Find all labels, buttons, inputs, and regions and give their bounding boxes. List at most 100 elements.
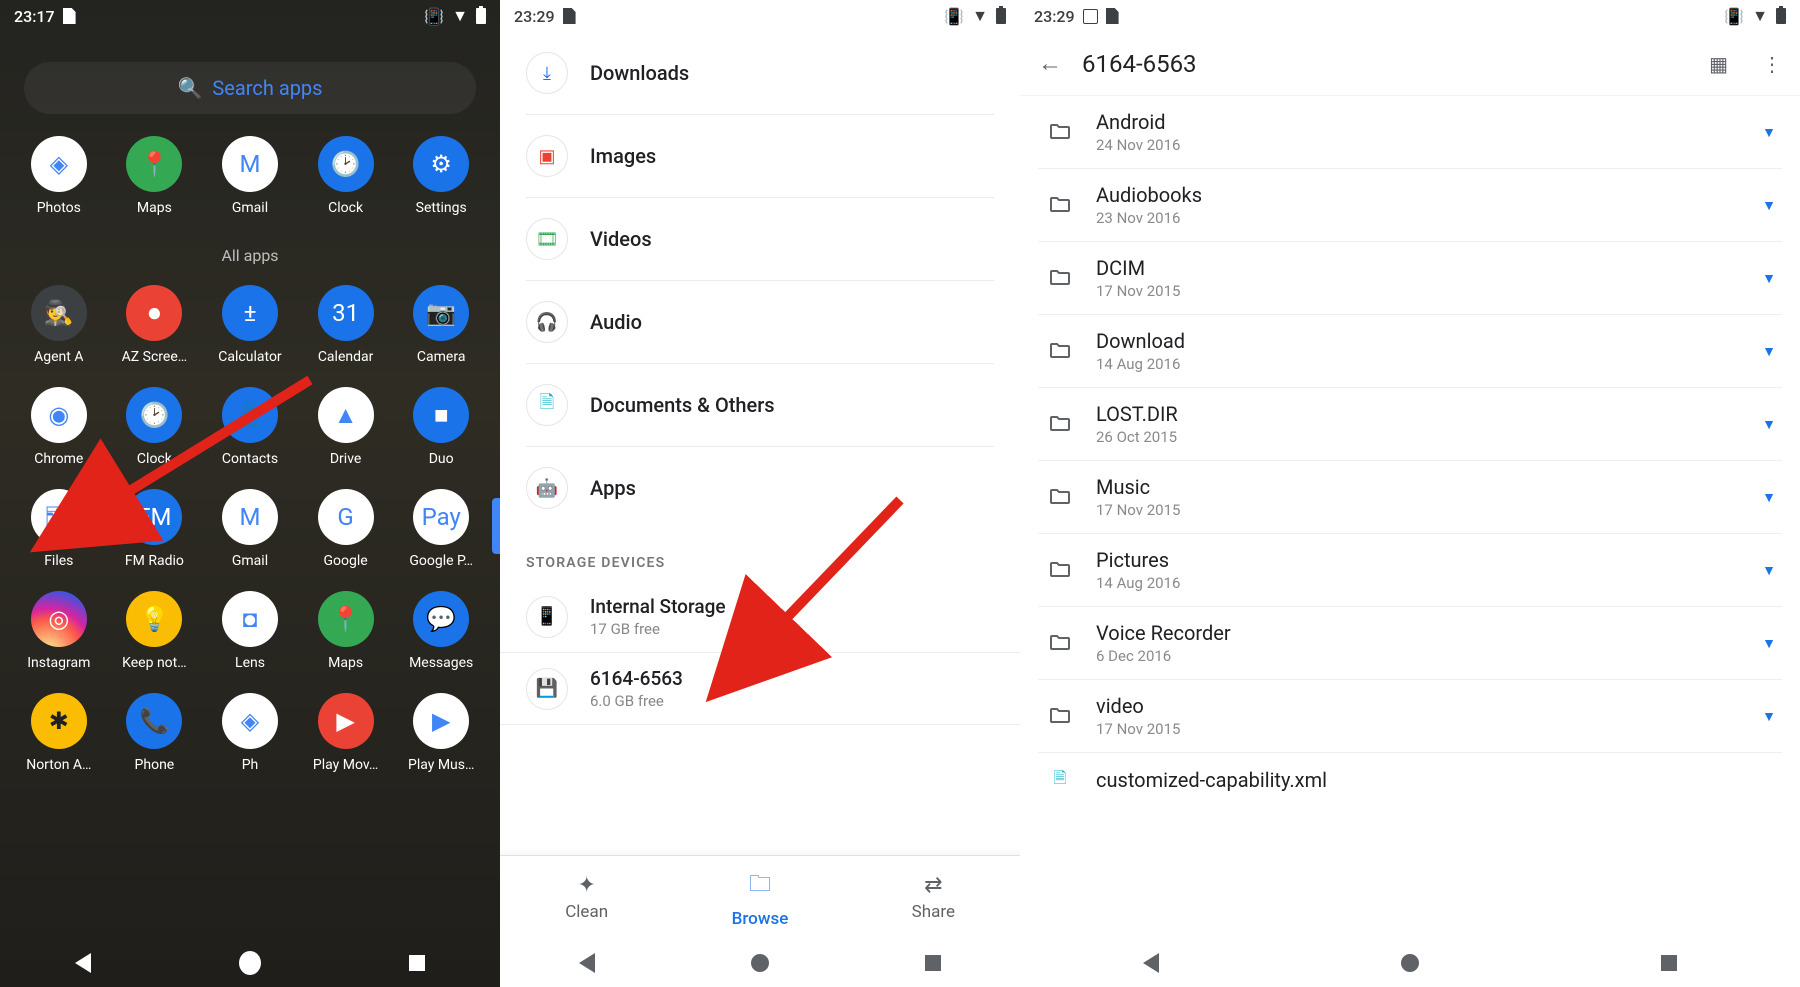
nav-back-button[interactable] <box>72 952 94 974</box>
app-duo[interactable]: ■Duo <box>396 387 486 467</box>
app-icon: 💡 <box>126 591 182 647</box>
tab-clean[interactable]: ✦Clean <box>500 856 673 939</box>
folder-menu-button[interactable]: ▼ <box>1762 489 1776 506</box>
app-label: Maps <box>328 655 363 671</box>
app-gmail[interactable]: MGmail <box>205 136 295 216</box>
app-files[interactable]: 🗂Files <box>14 489 104 569</box>
app-google[interactable]: GGoogle <box>301 489 391 569</box>
app-calendar[interactable]: 31Calendar <box>301 285 391 365</box>
tab-browse[interactable]: 🗀Browse <box>673 856 846 939</box>
all-apps-label: All apps <box>0 246 500 265</box>
view-grid-button[interactable]: ▦ <box>1709 52 1728 76</box>
tab-share[interactable]: ⇄Share <box>847 856 1020 939</box>
folder-date: 6 Dec 2016 <box>1096 647 1742 665</box>
app-lens[interactable]: ◘Lens <box>205 591 295 671</box>
app-camera[interactable]: 📷Camera <box>396 285 486 365</box>
app-play-mov-[interactable]: ▶Play Mov… <box>301 693 391 773</box>
app-icon: ◎ <box>31 591 87 647</box>
category-images[interactable]: ▣Images <box>526 115 994 198</box>
category-apps[interactable]: 🤖Apps <box>526 447 994 529</box>
folder-pictures[interactable]: Pictures14 Aug 2016▼ <box>1038 534 1782 607</box>
app-calculator[interactable]: ±Calculator <box>205 285 295 365</box>
folder-menu-button[interactable]: ▼ <box>1762 416 1776 433</box>
app-label: Files <box>44 553 73 569</box>
folder-menu-button[interactable]: ▼ <box>1762 343 1776 360</box>
app-drive[interactable]: ▲Drive <box>301 387 391 467</box>
nav-bar <box>500 939 1020 987</box>
search-icon: 🔍 <box>178 76 203 100</box>
folder-icon <box>1044 703 1076 729</box>
app-instagram[interactable]: ◎Instagram <box>14 591 104 671</box>
folder-icon <box>1044 265 1076 291</box>
category-videos[interactable]: 🎞Videos <box>526 198 994 281</box>
app-clock[interactable]: 🕑Clock <box>110 387 200 467</box>
folder-video[interactable]: video17 Nov 2015▼ <box>1038 680 1782 753</box>
app-fm-radio[interactable]: FMFM Radio <box>110 489 200 569</box>
folder-audiobooks[interactable]: Audiobooks23 Nov 2016▼ <box>1038 169 1782 242</box>
app-settings[interactable]: ⚙Settings <box>396 136 486 216</box>
scroll-handle[interactable] <box>492 498 500 554</box>
app-maps[interactable]: 📍Maps <box>301 591 391 671</box>
folder-dcim[interactable]: DCIM17 Nov 2015▼ <box>1038 242 1782 315</box>
folder-voice-recorder[interactable]: Voice Recorder6 Dec 2016▼ <box>1038 607 1782 680</box>
folder-title: 6164-6563 <box>1082 50 1675 78</box>
app-label: Maps <box>137 200 172 216</box>
app-keep-not-[interactable]: 💡Keep not… <box>110 591 200 671</box>
app-gmail[interactable]: MGmail <box>205 489 295 569</box>
folder-date: 23 Nov 2016 <box>1096 209 1742 227</box>
back-button[interactable]: ← <box>1038 49 1062 78</box>
app-maps[interactable]: 📍Maps <box>110 136 200 216</box>
app-play-mus-[interactable]: ▶Play Mus… <box>396 693 486 773</box>
category-icon: ▣ <box>526 135 568 177</box>
search-apps-bar[interactable]: 🔍 Search apps <box>24 62 476 114</box>
app-messages[interactable]: 💬Messages <box>396 591 486 671</box>
folder-listing-screen: 23:29 📳 ▼ ← 6164-6563 ▦ ⋮ Android24 Nov … <box>1020 0 1800 987</box>
category-audio[interactable]: 🎧Audio <box>526 281 994 364</box>
app-icon: ⏺ <box>126 285 182 341</box>
folder-icon <box>1044 192 1076 218</box>
more-menu-button[interactable]: ⋮ <box>1762 52 1782 76</box>
app-phone[interactable]: 📞Phone <box>110 693 200 773</box>
category-label: Downloads <box>590 61 689 85</box>
nav-home-button[interactable] <box>239 952 261 974</box>
folder-menu-button[interactable]: ▼ <box>1762 708 1776 725</box>
folder-android[interactable]: Android24 Nov 2016▼ <box>1038 96 1782 169</box>
app-contacts[interactable]: 👤Contacts <box>205 387 295 467</box>
nav-home-button[interactable] <box>1401 954 1419 972</box>
storage-devices-header: STORAGE DEVICES <box>500 529 1020 581</box>
app-az-scree-[interactable]: ⏺AZ Scree… <box>110 285 200 365</box>
app-ph[interactable]: ◈Ph <box>205 693 295 773</box>
app-label: Gmail <box>232 553 268 569</box>
nav-recent-button[interactable] <box>406 952 428 974</box>
folder-menu-button[interactable]: ▼ <box>1762 124 1776 141</box>
nav-recent-button[interactable] <box>922 952 944 974</box>
folder-menu-button[interactable]: ▼ <box>1762 562 1776 579</box>
app-label: Clock <box>137 451 172 467</box>
nav-home-button[interactable] <box>751 954 769 972</box>
app-photos[interactable]: ◈Photos <box>14 136 104 216</box>
file-partial[interactable]: 🗎customized-capability.xml <box>1038 753 1782 807</box>
app-chrome[interactable]: ◉Chrome <box>14 387 104 467</box>
nav-recent-button[interactable] <box>1658 952 1680 974</box>
app-agent-a[interactable]: 🕵Agent A <box>14 285 104 365</box>
category-icon: 🎧 <box>526 301 568 343</box>
app-google-p-[interactable]: PayGoogle P… <box>396 489 486 569</box>
app-label: Clock <box>328 200 363 216</box>
app-clock[interactable]: 🕑Clock <box>301 136 391 216</box>
folder-lost-dir[interactable]: LOST.DIR26 Oct 2015▼ <box>1038 388 1782 461</box>
folder-menu-button[interactable]: ▼ <box>1762 635 1776 652</box>
folder-menu-button[interactable]: ▼ <box>1762 197 1776 214</box>
nav-back-button[interactable] <box>1140 952 1162 974</box>
folder-menu-button[interactable]: ▼ <box>1762 270 1776 287</box>
storage-6164-6563[interactable]: 💾6164-65636.0 GB free <box>500 653 1020 725</box>
app-label: Camera <box>417 349 466 365</box>
folder-download[interactable]: Download14 Aug 2016▼ <box>1038 315 1782 388</box>
category-downloads[interactable]: ⤓Downloads <box>526 32 994 115</box>
app-norton-a-[interactable]: ✱Norton A… <box>14 693 104 773</box>
storage-icon: 💾 <box>526 668 568 710</box>
folder-music[interactable]: Music17 Nov 2015▼ <box>1038 461 1782 534</box>
nav-back-button[interactable] <box>576 952 598 974</box>
storage-internal-storage[interactable]: 📱Internal Storage17 GB free <box>500 581 1020 653</box>
category-documents-others[interactable]: 🗎Documents & Others <box>526 364 994 447</box>
folder-icon <box>1044 338 1076 364</box>
